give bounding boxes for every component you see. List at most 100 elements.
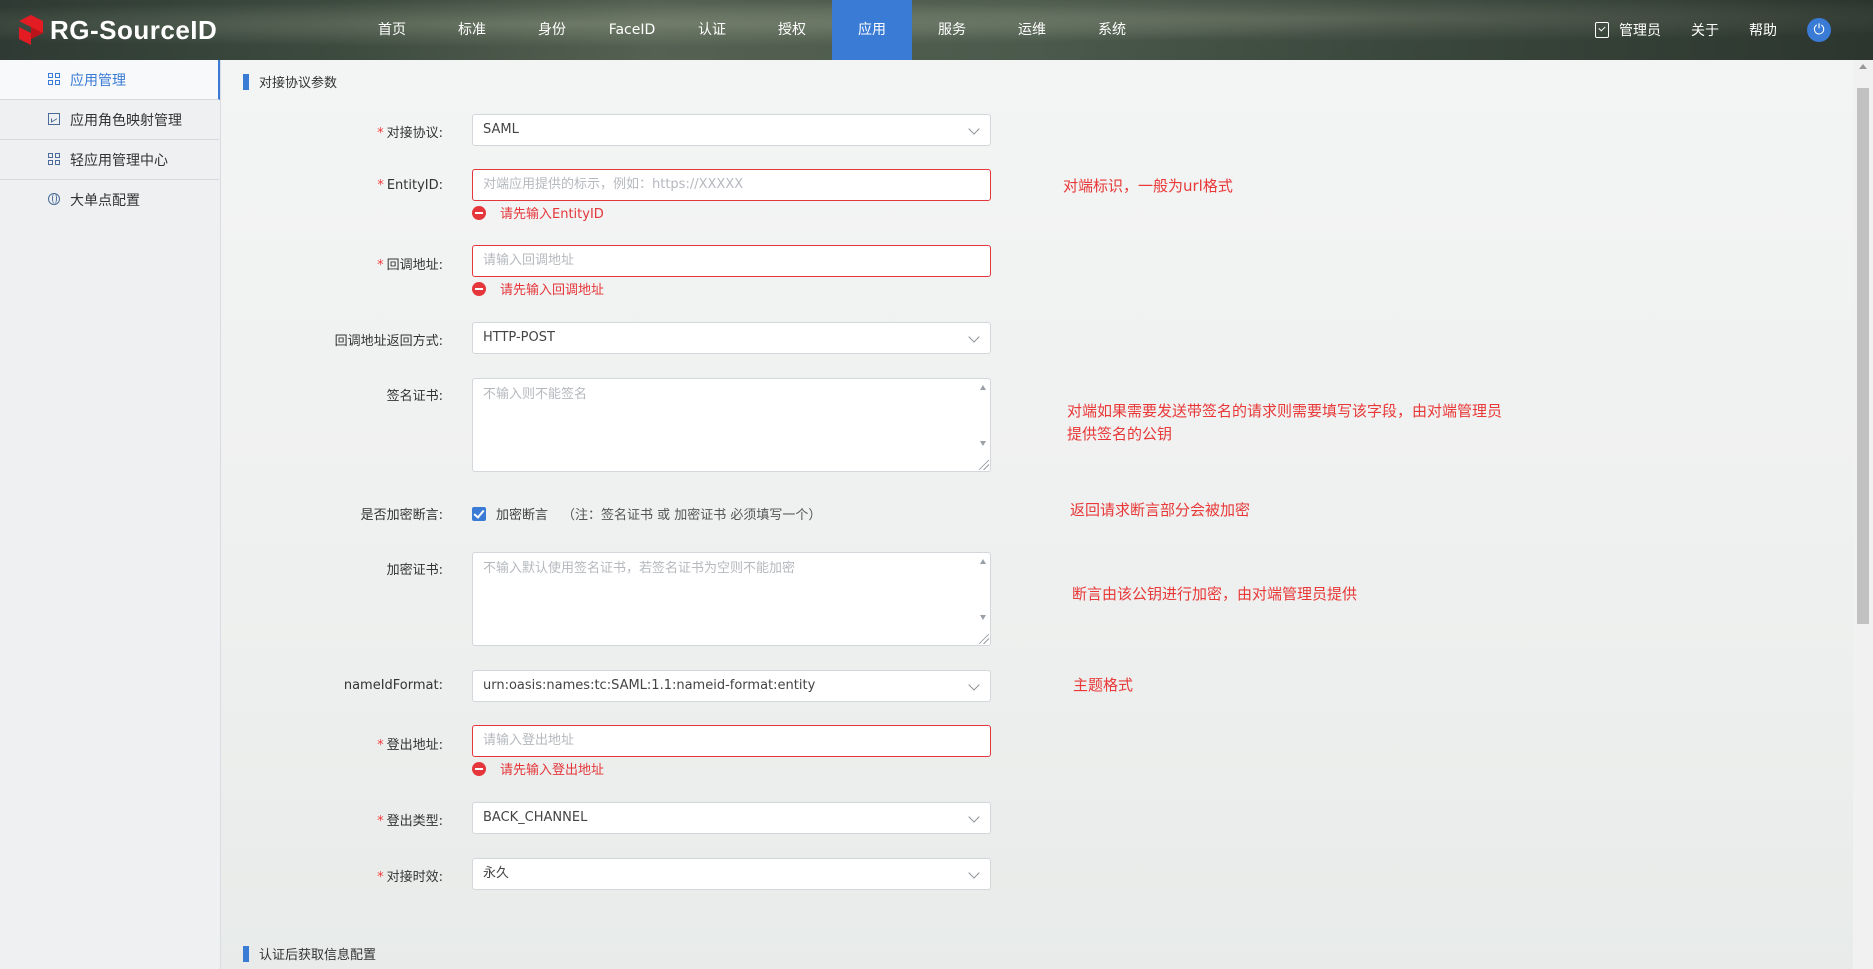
- section-title-text: 认证后获取信息配置: [259, 948, 377, 963]
- callback-input[interactable]: 请输入回调地址: [472, 245, 991, 277]
- scroll-down-icon: [980, 615, 986, 620]
- section-marker: [243, 73, 249, 90]
- annotation-sign-cert-line2: 提供签名的公钥: [1067, 425, 1173, 443]
- top-navigation-bar: RG-SourceID 首页 标准 身份 FaceID 认证 授权 应用 服务 …: [0, 0, 1873, 60]
- entity-id-error: 请先输入EntityID: [472, 203, 604, 222]
- protocol-label: * 对接协议:: [377, 126, 443, 141]
- sidebar-item-light-app-center[interactable]: 轻应用管理中心: [0, 140, 219, 180]
- scroll-up-icon[interactable]: [1859, 64, 1867, 69]
- scroll-up-icon: [980, 385, 986, 390]
- chart-icon: [48, 113, 60, 125]
- logout-url-label: * 登出地址:: [377, 738, 443, 753]
- sidebar-item-role-mapping[interactable]: 应用角色映射管理: [0, 100, 219, 140]
- nameid-format-label: nameIdFormat:: [343, 678, 443, 693]
- page-scrollbar[interactable]: [1853, 60, 1873, 969]
- clipboard-check-icon: [1595, 22, 1609, 38]
- nav-identity[interactable]: 身份: [512, 0, 592, 60]
- sign-cert-placeholder: 不输入则不能签名: [483, 387, 588, 402]
- resize-handle-icon[interactable]: [979, 460, 989, 470]
- scroll-up-icon: [980, 559, 986, 564]
- sidebar-item-label: 轻应用管理中心: [70, 152, 168, 169]
- sidebar-item-sso-config[interactable]: 大单点配置: [0, 180, 219, 219]
- logout-type-select[interactable]: BACK_CHANNEL: [472, 802, 991, 834]
- logo-text: RG-SourceID: [50, 14, 218, 45]
- main-content: 对接协议参数 * 对接协议: SAML * EntityID: 对端应用提供的标示，…: [221, 60, 1853, 969]
- encrypt-cert-label: 加密证书:: [386, 563, 443, 578]
- grid-icon: [48, 153, 60, 165]
- section-marker: [243, 945, 249, 962]
- annotation-encrypt-cert: 断言由该公钥进行加密，由对端管理员提供: [1072, 585, 1358, 603]
- callback-method-value: HTTP-POST: [483, 330, 555, 345]
- annotation-sign-cert-line1: 对端如果需要发送带签名的请求则需要填写该字段，由对端管理员: [1067, 402, 1503, 420]
- nav-system[interactable]: 系统: [1072, 0, 1152, 60]
- entity-id-input[interactable]: 对端应用提供的标示，例如：https://XXXXX: [472, 169, 991, 201]
- nav-standard[interactable]: 标准: [432, 0, 512, 60]
- section-title-after-auth: 认证后获取信息配置: [243, 944, 376, 963]
- logout-url-error: 请先输入登出地址: [472, 759, 604, 778]
- encrypt-cert-placeholder: 不输入默认使用签名证书，若签名证书为空则不能加密: [483, 561, 796, 576]
- validity-label: * 对接时效:: [377, 870, 443, 885]
- nameid-format-value: urn:oasis:names:tc:SAML:1.1:nameid-forma…: [483, 678, 816, 693]
- sign-cert-textarea[interactable]: 不输入则不能签名: [472, 378, 991, 472]
- nameid-format-select[interactable]: urn:oasis:names:tc:SAML:1.1:nameid-forma…: [472, 670, 991, 702]
- sidebar-item-label: 大单点配置: [70, 192, 140, 209]
- scrollbar-thumb[interactable]: [1857, 88, 1869, 624]
- main-nav: 首页 标准 身份 FaceID 认证 授权 应用 服务 运维 系统: [352, 0, 1152, 60]
- admin-menu[interactable]: 管理员: [1595, 20, 1661, 40]
- about-link[interactable]: 关于: [1691, 20, 1719, 40]
- logout-type-value: BACK_CHANNEL: [483, 810, 588, 825]
- protocol-value: SAML: [483, 122, 519, 137]
- encrypt-assertion-label: 是否加密断言:: [360, 508, 443, 523]
- chevron-down-icon: [968, 123, 980, 135]
- encrypt-cert-textarea[interactable]: 不输入默认使用签名证书，若签名证书为空则不能加密: [472, 552, 991, 646]
- checkbox-label: 加密断言: [496, 508, 549, 523]
- encrypt-assertion-checkbox[interactable]: [472, 506, 486, 521]
- nav-application[interactable]: 应用: [832, 0, 912, 60]
- nav-auth[interactable]: 认证: [672, 0, 752, 60]
- nav-service[interactable]: 服务: [912, 0, 992, 60]
- section-title-text: 对接协议参数: [259, 76, 338, 91]
- textarea-scrollbar[interactable]: [975, 553, 990, 645]
- error-icon: [472, 205, 486, 220]
- chevron-down-icon: [968, 679, 980, 691]
- sidebar: 应用管理 应用角色映射管理 轻应用管理中心 大单点配置: [0, 60, 221, 969]
- grid-icon: [48, 73, 60, 85]
- checkbox-note: （注：签名证书 或 加密证书 必须填写一个）: [562, 508, 822, 523]
- callback-label: * 回调地址:: [377, 258, 443, 273]
- sidebar-item-label: 应用管理: [70, 72, 126, 89]
- nav-authorization[interactable]: 授权: [752, 0, 832, 60]
- chevron-down-icon: [968, 811, 980, 823]
- nav-faceid[interactable]: FaceID: [592, 0, 672, 60]
- entity-id-label: * EntityID:: [377, 178, 443, 193]
- logo-mark-icon: [19, 15, 43, 45]
- annotation-entity-id: 对端标识，一般为url格式: [1063, 177, 1233, 195]
- resize-handle-icon[interactable]: [979, 634, 989, 644]
- annotation-encrypt-assertion: 返回请求断言部分会被加密: [1070, 501, 1251, 519]
- nav-ops[interactable]: 运维: [992, 0, 1072, 60]
- annotation-nameid-format: 主题格式: [1073, 676, 1134, 694]
- validity-value: 永久: [483, 866, 510, 881]
- sign-cert-label: 签名证书:: [386, 389, 443, 404]
- sidebar-item-label: 应用角色映射管理: [70, 112, 182, 129]
- help-link[interactable]: 帮助: [1749, 20, 1777, 40]
- scroll-down-icon: [980, 441, 986, 446]
- chevron-down-icon: [968, 867, 980, 879]
- sidebar-item-app-management[interactable]: 应用管理: [0, 60, 220, 100]
- logo[interactable]: RG-SourceID: [18, 12, 217, 48]
- nav-home[interactable]: 首页: [352, 0, 432, 60]
- globe-icon: [48, 193, 60, 205]
- textarea-scrollbar[interactable]: [975, 379, 990, 471]
- section-title-protocol: 对接协议参数: [243, 72, 337, 91]
- error-icon: [472, 281, 486, 296]
- callback-method-label: 回调地址返回方式:: [334, 334, 443, 349]
- encrypt-assertion-row: 加密断言 （注：签名证书 或 加密证书 必须填写一个）: [472, 504, 821, 523]
- callback-method-select[interactable]: HTTP-POST: [472, 322, 991, 354]
- protocol-select[interactable]: SAML: [472, 114, 991, 146]
- logout-power-icon[interactable]: ⏻: [1807, 18, 1831, 42]
- chevron-down-icon: [968, 331, 980, 343]
- header-right: 管理员 关于 帮助 ⏻: [1595, 0, 1873, 60]
- logout-url-input[interactable]: 请输入登出地址: [472, 725, 991, 757]
- admin-label: 管理员: [1619, 23, 1661, 39]
- logout-type-label: * 登出类型:: [377, 814, 443, 829]
- validity-select[interactable]: 永久: [472, 858, 991, 890]
